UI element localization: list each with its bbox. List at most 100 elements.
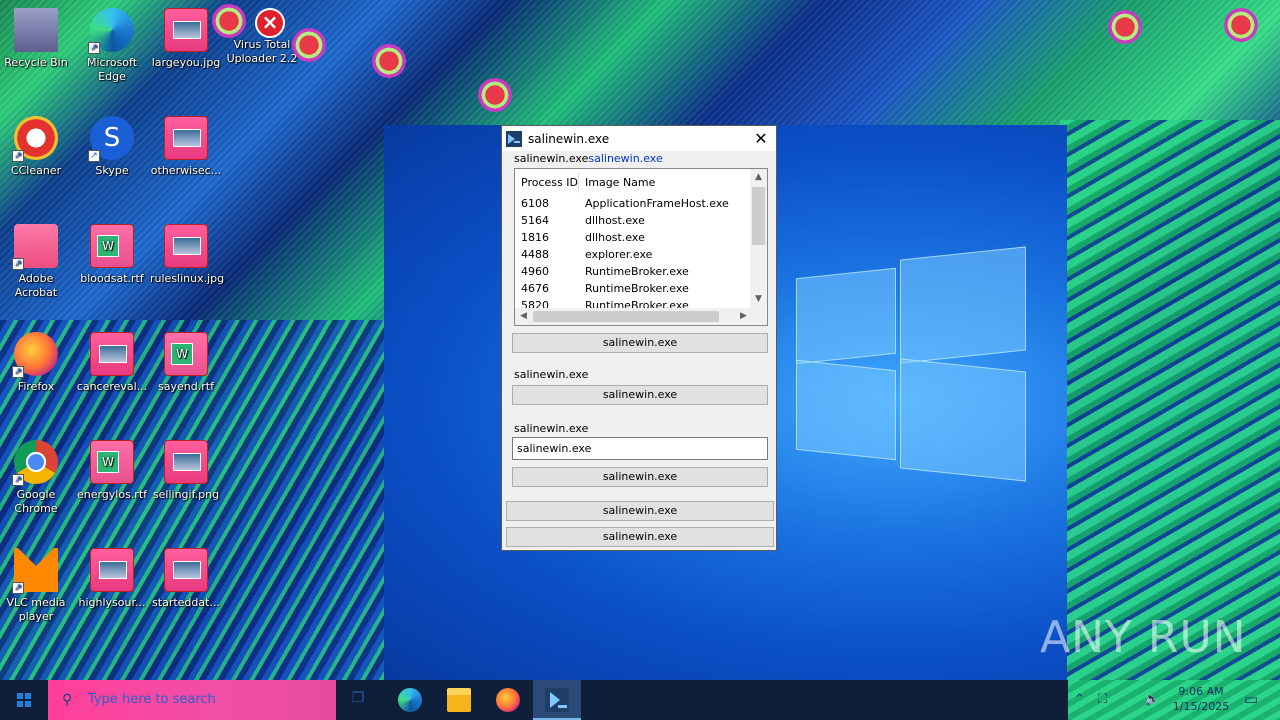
bottom-button-2[interactable]: salinewin.exe: [506, 527, 774, 547]
taskbar: ⚲ Type here to search ❐ ⌃ ⛶ 🔈 9:06 AM 1/…: [0, 680, 1280, 720]
search-placeholder: Type here to search: [88, 692, 216, 707]
desktop-icon-ccleaner[interactable]: ↗ CCleaner: [0, 116, 72, 178]
image-file-icon: [164, 440, 208, 484]
error-x-icon: [372, 44, 406, 78]
desktop-icon-starteddat[interactable]: starteddat...: [150, 548, 222, 610]
salinewin-dialog: salinewin.exe ✕ salinewin.exesalinewin.e…: [501, 125, 777, 551]
windows-logo-icon: [17, 693, 31, 707]
vertical-scroll-thumb[interactable]: [752, 187, 765, 245]
vlc-cone-icon: ↗: [12, 548, 58, 594]
title-bar[interactable]: salinewin.exe ✕: [502, 126, 776, 151]
rtf-file-icon: [90, 440, 134, 484]
image-file-icon: [164, 548, 208, 592]
firefox-icon: ↗: [12, 332, 58, 378]
taskbar-file-explorer[interactable]: [435, 680, 483, 720]
taskbar-firefox[interactable]: [484, 680, 532, 720]
app-icon: [506, 130, 522, 147]
acrobat-icon: ↗: [12, 224, 58, 270]
desktop-icon-firefox[interactable]: ↗ Firefox: [0, 332, 72, 394]
rtf-file-icon: [90, 224, 134, 268]
firefox-icon: [496, 688, 520, 712]
group1-action-button[interactable]: salinewin.exe: [512, 333, 768, 353]
taskbar-edge[interactable]: [386, 680, 434, 720]
window-title: salinewin.exe: [528, 131, 610, 146]
desktop-icon-otherwisec[interactable]: otherwisec...: [150, 116, 222, 178]
desktop-icon-sayend[interactable]: sayend.rtf: [150, 332, 222, 394]
list-row[interactable]: 4960 RuntimeBroker.exe: [515, 263, 751, 280]
group3-action-button[interactable]: salinewin.exe: [512, 467, 768, 487]
list-row[interactable]: 6108 ApplicationFrameHost.exe: [515, 195, 751, 212]
desktop-icon-highlysour[interactable]: highlysour...: [76, 548, 148, 610]
error-x-icon: [478, 78, 512, 112]
close-button[interactable]: ✕: [746, 126, 776, 151]
scroll-left-icon[interactable]: ◀: [515, 308, 532, 325]
list-row[interactable]: 1816 dllhost.exe: [515, 229, 751, 246]
recycle-bin-icon: [14, 8, 58, 52]
notification-icon[interactable]: ▭: [1244, 690, 1258, 708]
desktop-icon-vlc[interactable]: ↗ VLC media player: [0, 548, 72, 624]
desktop-icon-ruleslinux[interactable]: ruleslinux.jpg: [150, 224, 224, 286]
image-file-icon: [90, 548, 134, 592]
error-x-icon: [1108, 10, 1142, 44]
desktop-icon-skype[interactable]: S ↗ Skype: [76, 116, 148, 178]
image-file-icon: [164, 8, 208, 52]
chevron-up-icon[interactable]: ⌃: [1074, 692, 1085, 707]
app-icon: [545, 688, 569, 712]
start-button[interactable]: [0, 680, 48, 720]
desktop-icon-cancereval[interactable]: cancereval...: [76, 332, 148, 394]
desktop-icon-sellingif[interactable]: sellingif.png: [150, 440, 222, 502]
image-file-icon: [164, 224, 208, 268]
group3: salinewin.exe: [508, 422, 772, 435]
desktop-icon-recycle-bin[interactable]: Recycle Bin: [0, 8, 72, 70]
anyrun-watermark: ANY RUN: [1040, 612, 1247, 663]
desktop-icon-bloodsat[interactable]: bloodsat.rtf: [76, 224, 148, 286]
desktop-icon-largeyou[interactable]: largeyou.jpg: [150, 8, 222, 70]
clock[interactable]: 9:06 AM 1/15/2025: [1168, 684, 1234, 714]
column-header-process-id[interactable]: Process ID: [515, 173, 579, 193]
scroll-up-icon[interactable]: ▲: [750, 169, 767, 186]
list-row[interactable]: 4488 explorer.exe: [515, 246, 751, 263]
list-header: Process ID Image Name: [515, 173, 751, 193]
edge-icon: ↗: [88, 8, 134, 54]
group2-action-button[interactable]: salinewin.exe: [512, 385, 768, 405]
horizontal-scroll-thumb[interactable]: [533, 311, 719, 322]
windows-logo-pane: [900, 246, 1026, 364]
desktop-icon-energylos[interactable]: energylos.rtf: [76, 440, 148, 502]
image-file-icon: [90, 332, 134, 376]
group2: salinewin.exe: [508, 368, 772, 381]
list-row[interactable]: 5164 dllhost.exe: [515, 212, 751, 229]
taskbar-salinewin[interactable]: [533, 680, 581, 720]
error-x-icon: [212, 4, 246, 38]
name-input[interactable]: [512, 437, 768, 460]
error-x-icon: [1224, 8, 1258, 42]
scroll-right-icon[interactable]: ▶: [735, 308, 752, 325]
chrome-icon: ↗: [12, 440, 58, 486]
volume-icon[interactable]: 🔈: [1144, 692, 1160, 707]
system-tray: ⌃ ⛶ 🔈 9:06 AM 1/15/2025 ▭: [1068, 680, 1280, 720]
edge-icon: [398, 688, 422, 712]
windows-logo-pane: [900, 358, 1026, 482]
desktop-icon-chrome[interactable]: ↗ Google Chrome: [0, 440, 72, 516]
list-rows: 6108 ApplicationFrameHost.exe 5164 dllhost…: [515, 195, 751, 314]
task-view-icon[interactable]: ❐: [348, 690, 368, 710]
list-row[interactable]: 4676 RuntimeBroker.exe: [515, 280, 751, 297]
bottom-button-1[interactable]: salinewin.exe: [506, 501, 774, 521]
folder-icon: [447, 688, 471, 712]
group2-label: salinewin.exe: [514, 368, 589, 381]
clock-time: 9:06 AM: [1178, 685, 1224, 698]
image-file-icon: [164, 116, 208, 160]
network-icon[interactable]: ⛶: [1098, 692, 1107, 707]
taskbar-search[interactable]: ⚲ Type here to search: [48, 680, 336, 720]
scroll-down-icon[interactable]: ▼: [750, 291, 767, 308]
vertical-scrollbar[interactable]: ▲ ▼: [750, 169, 767, 309]
column-header-image-name[interactable]: Image Name: [579, 173, 655, 193]
windows-logo-pane: [796, 359, 896, 461]
horizontal-scrollbar[interactable]: ◀ ▶: [515, 308, 767, 325]
desktop-icon-edge[interactable]: ↗ Microsoft Edge: [76, 8, 148, 84]
group3-label: salinewin.exe: [514, 422, 589, 435]
desktop-icon-acrobat[interactable]: ↗ Adobe Acrobat: [0, 224, 72, 300]
windows-logo-pane: [796, 267, 896, 365]
process-list[interactable]: Process ID Image Name 6108 ApplicationFra…: [514, 168, 768, 326]
desktop-icon-virustotal[interactable]: Virus Total Uploader 2.2: [226, 38, 298, 66]
desktop-glitch-stripes: [1060, 120, 1280, 680]
